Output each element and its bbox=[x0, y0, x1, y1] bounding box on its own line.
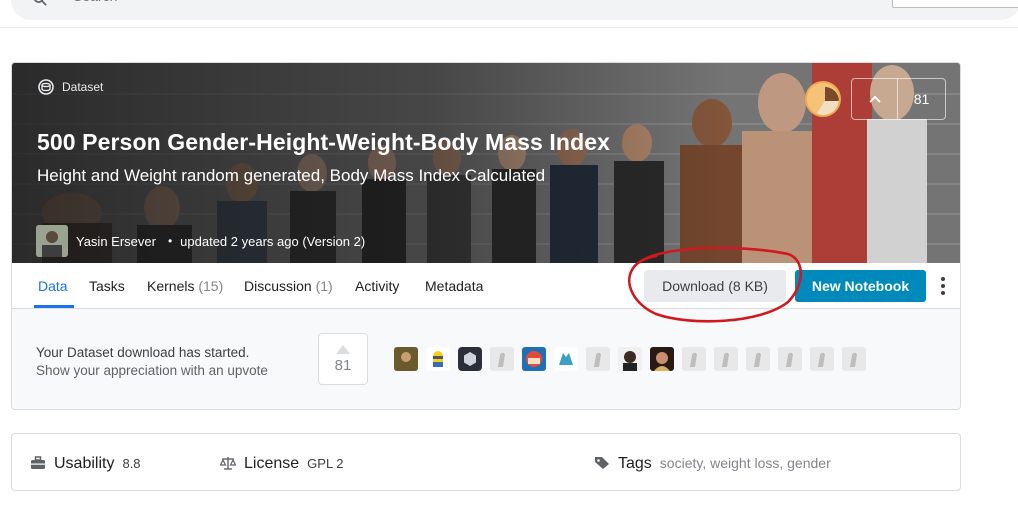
voter-avatar[interactable] bbox=[522, 347, 546, 371]
upvote-prompt-text: Show your appreciation with an upvote bbox=[36, 363, 268, 378]
separator-dot: • bbox=[167, 234, 173, 248]
tags-item: Tags society, weight loss, gender bbox=[594, 454, 831, 473]
search-icon bbox=[33, 0, 47, 6]
voter-avatar[interactable] bbox=[426, 347, 450, 371]
dataset-info-bar: Usability 8.8 License GPL 2 Tags society… bbox=[11, 433, 961, 491]
tab-count: (15) bbox=[198, 278, 224, 294]
tab-count: (1) bbox=[315, 278, 333, 294]
dataset-type-badge: Dataset bbox=[38, 79, 103, 95]
tags-list[interactable]: society, weight loss, gender bbox=[660, 455, 831, 471]
voter-avatars bbox=[394, 347, 866, 371]
voter-avatar[interactable] bbox=[714, 347, 738, 371]
voter-avatar[interactable] bbox=[650, 347, 674, 371]
voter-avatar[interactable] bbox=[746, 347, 770, 371]
usability-value: 8.8 bbox=[122, 456, 141, 471]
tab-discussion[interactable]: Discussion (1) bbox=[244, 278, 333, 294]
download-notice: Your Dataset download has started. Show … bbox=[12, 309, 960, 409]
updated-text: updated 2 years ago (Version 2) bbox=[180, 233, 366, 249]
dataset-type-label: Dataset bbox=[62, 80, 104, 94]
author-name[interactable]: Yasin Ersever bbox=[76, 234, 156, 249]
chevron-up-icon bbox=[868, 95, 881, 103]
dataset-subtitle: Height and Weight random generated, Body… bbox=[37, 166, 546, 185]
tab-label: Metadata bbox=[425, 278, 484, 294]
voter-avatar[interactable] bbox=[458, 347, 482, 371]
tab-label: Kernels bbox=[147, 278, 195, 294]
dataset-title: 500 Person Gender-Height-Weight-Body Mas… bbox=[37, 129, 610, 155]
tags-label: Tags bbox=[618, 455, 652, 472]
dataset-icon bbox=[38, 79, 54, 95]
license-item: License GPL 2 bbox=[220, 454, 344, 473]
tab-tasks[interactable]: Tasks bbox=[89, 278, 125, 294]
notice-upvote-count: 81 bbox=[334, 356, 352, 374]
voter-avatar[interactable] bbox=[394, 347, 418, 371]
author-avatar[interactable] bbox=[36, 225, 68, 257]
voter-avatar[interactable] bbox=[586, 347, 610, 371]
briefcase-icon bbox=[31, 456, 45, 469]
voter-avatar[interactable] bbox=[682, 347, 706, 371]
download-started-text: Your Dataset download has started. bbox=[36, 345, 250, 360]
tag-icon bbox=[595, 457, 609, 469]
tab-metadata[interactable]: Metadata bbox=[425, 278, 483, 294]
author-row: Yasin Ersever • updated 2 years ago (Ver… bbox=[36, 225, 365, 257]
top-bar bbox=[0, 0, 1018, 28]
license-value[interactable]: GPL 2 bbox=[307, 456, 343, 471]
license-label: License bbox=[244, 455, 300, 472]
triangle-up-icon bbox=[336, 344, 350, 354]
dataset-banner: Dataset 500 Person Gender-Height-Weight-… bbox=[12, 63, 960, 263]
voter-avatar[interactable] bbox=[778, 347, 802, 371]
more-options-icon[interactable] bbox=[936, 275, 950, 297]
tab-label: Data bbox=[38, 278, 68, 294]
voter-avatar[interactable] bbox=[490, 347, 514, 371]
upvote-button[interactable] bbox=[852, 79, 898, 119]
tab-kernels[interactable]: Kernels (15) bbox=[147, 278, 223, 294]
usability-item: Usability 8.8 bbox=[30, 454, 141, 473]
search-bar[interactable] bbox=[11, 0, 1018, 20]
dataset-tabs: Data Tasks Kernels (15) Discussion (1) A… bbox=[12, 263, 960, 309]
tab-label: Activity bbox=[355, 278, 400, 294]
new-notebook-button[interactable]: New Notebook bbox=[795, 270, 926, 302]
active-tab-indicator bbox=[34, 305, 74, 308]
download-button[interactable]: Download (8 KB) bbox=[644, 270, 786, 302]
tab-data[interactable]: Data bbox=[38, 278, 68, 294]
dropdown-panel-edge bbox=[892, 0, 1018, 8]
tab-label: Tasks bbox=[89, 278, 125, 294]
voter-avatar[interactable] bbox=[810, 347, 834, 371]
scale-icon bbox=[220, 457, 236, 470]
tab-activity[interactable]: Activity bbox=[355, 278, 399, 294]
tab-label: Discussion bbox=[244, 278, 312, 294]
banner-upvote-widget: 81 bbox=[851, 78, 946, 120]
search-input[interactable] bbox=[73, 0, 473, 4]
voter-avatar[interactable] bbox=[618, 347, 642, 371]
dataset-card: Dataset 500 Person Gender-Height-Weight-… bbox=[11, 62, 961, 410]
current-user-avatar[interactable] bbox=[805, 81, 841, 117]
notice-upvote-button[interactable]: 81 bbox=[318, 333, 368, 385]
usability-label: Usability bbox=[54, 455, 115, 472]
voter-avatar[interactable] bbox=[554, 347, 578, 371]
upvote-count: 81 bbox=[913, 91, 930, 107]
voter-avatar[interactable] bbox=[842, 347, 866, 371]
